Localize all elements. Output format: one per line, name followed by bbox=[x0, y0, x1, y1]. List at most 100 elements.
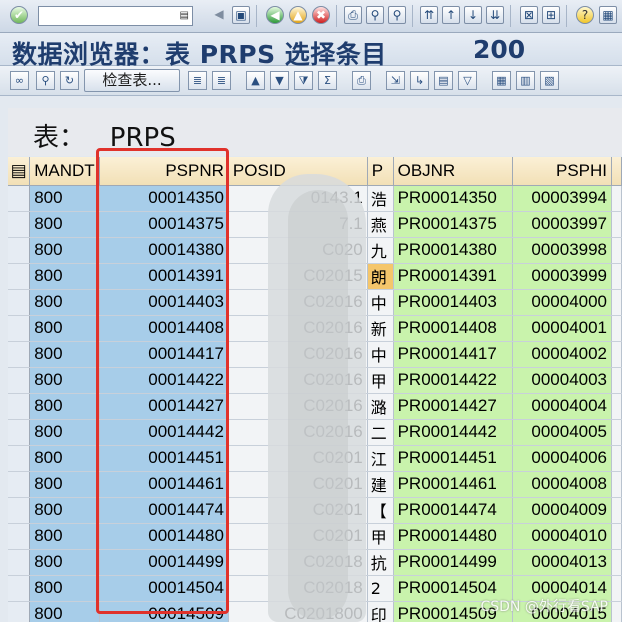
select-all-icon[interactable]: ≣ bbox=[212, 71, 231, 90]
enter-icon[interactable]: ✔ bbox=[10, 6, 28, 24]
cell-p: 新 bbox=[367, 315, 394, 342]
find-icon[interactable]: ⚲ bbox=[366, 6, 384, 24]
watermark: CSDN @外行看SAP bbox=[480, 599, 608, 615]
row-selector[interactable] bbox=[8, 289, 31, 316]
print-preview-icon[interactable]: ⎙ bbox=[352, 71, 371, 90]
row-selector[interactable] bbox=[8, 211, 31, 238]
cell-objnr: PR00014474 bbox=[393, 497, 513, 524]
glasses-icon[interactable]: ∞ bbox=[10, 71, 29, 90]
row-selector[interactable] bbox=[8, 445, 31, 472]
command-field[interactable]: ▤ bbox=[38, 6, 193, 26]
column-settings-icon[interactable]: ▤ bbox=[8, 157, 31, 186]
save-icon[interactable]: ▣ bbox=[232, 6, 250, 24]
find-next-icon[interactable]: ⚲ bbox=[388, 6, 406, 24]
cell-psphi: 00004009 bbox=[512, 497, 613, 524]
last-page-icon[interactable]: ⇊ bbox=[486, 6, 504, 24]
chevron-down-icon[interactable]: ▤ bbox=[180, 10, 189, 21]
cell-next bbox=[611, 341, 622, 368]
spreadsheet-icon[interactable]: ▤ bbox=[434, 71, 453, 90]
cell-p: 【 bbox=[367, 497, 394, 524]
check-table-button[interactable]: 检查表... bbox=[84, 69, 180, 92]
row-selector[interactable] bbox=[8, 523, 31, 550]
save-layout-icon[interactable]: ▧ bbox=[540, 71, 559, 90]
cell-p: 中 bbox=[367, 341, 394, 368]
cell-mandt: 800 bbox=[29, 315, 100, 342]
row-selector[interactable] bbox=[8, 341, 31, 368]
cell-next bbox=[611, 185, 622, 212]
row-selector[interactable] bbox=[8, 367, 31, 394]
cell-mandt: 800 bbox=[29, 471, 100, 498]
title-bar: 数据浏览器：表 PRPS 选择条目 200 bbox=[0, 33, 622, 69]
select-layout-icon[interactable]: ▥ bbox=[516, 71, 535, 90]
cell-mandt: 800 bbox=[29, 549, 100, 576]
row-selector[interactable] bbox=[8, 393, 31, 420]
cell-p: 燕 bbox=[367, 211, 394, 238]
sort-descending-icon[interactable]: ▼ bbox=[270, 71, 289, 90]
word-export-icon[interactable]: ↳ bbox=[410, 71, 429, 90]
print-icon[interactable]: ⎙ bbox=[344, 6, 362, 24]
filter-icon[interactable]: ⧩ bbox=[294, 71, 313, 90]
row-selector[interactable] bbox=[8, 315, 31, 342]
help-icon[interactable]: ? bbox=[576, 6, 594, 24]
details-icon[interactable]: ≣ bbox=[188, 71, 207, 90]
row-selector[interactable] bbox=[8, 471, 31, 498]
new-session-icon[interactable]: ⊠ bbox=[520, 6, 538, 24]
cell-next bbox=[611, 601, 622, 622]
cell-psphi: 00004013 bbox=[512, 549, 613, 576]
local-file-icon[interactable]: ▽ bbox=[458, 71, 477, 90]
row-selector[interactable] bbox=[8, 263, 31, 290]
cell-next bbox=[611, 393, 622, 420]
row-selector[interactable] bbox=[8, 549, 31, 576]
column-header-psphi[interactable]: PSPHI bbox=[512, 157, 613, 186]
cell-objnr: PR00014403 bbox=[393, 289, 513, 316]
back-icon[interactable]: ◀ bbox=[266, 6, 284, 24]
cell-p: 2 bbox=[367, 575, 394, 602]
export-icon[interactable]: ⇲ bbox=[386, 71, 405, 90]
cell-p: 浩 bbox=[367, 185, 394, 212]
cell-psphi: 00004003 bbox=[512, 367, 613, 394]
sort-ascending-icon[interactable]: ▲ bbox=[246, 71, 265, 90]
cell-mandt: 800 bbox=[29, 445, 100, 472]
cell-next bbox=[611, 367, 622, 394]
cell-next bbox=[611, 289, 622, 316]
cell-next bbox=[611, 549, 622, 576]
prev-page-icon[interactable]: ↑ bbox=[442, 6, 460, 24]
row-selector[interactable] bbox=[8, 497, 31, 524]
obscured-region-core bbox=[288, 190, 348, 620]
cell-objnr: PR00014350 bbox=[393, 185, 513, 212]
cell-p: 江 bbox=[367, 445, 394, 472]
column-header-objnr[interactable]: OBJNR bbox=[393, 157, 513, 186]
cancel-icon[interactable]: ✖ bbox=[312, 6, 330, 24]
column-header-mandt[interactable]: MANDT bbox=[29, 157, 100, 186]
cell-psphi: 00004010 bbox=[512, 523, 613, 550]
cell-psphi: 00004008 bbox=[512, 471, 613, 498]
cell-psphi: 00003997 bbox=[512, 211, 613, 238]
next-page-icon[interactable]: ↓ bbox=[464, 6, 482, 24]
change-layout-icon[interactable]: ▦ bbox=[492, 71, 511, 90]
row-selector[interactable] bbox=[8, 575, 31, 602]
cell-p: 中 bbox=[367, 289, 394, 316]
cell-objnr: PR00014461 bbox=[393, 471, 513, 498]
exit-icon[interactable]: ▲ bbox=[289, 6, 307, 24]
history-back-icon[interactable]: ◀ bbox=[210, 6, 228, 24]
first-page-icon[interactable]: ⇈ bbox=[420, 6, 438, 24]
cell-p: 甲 bbox=[367, 367, 394, 394]
cell-next bbox=[611, 471, 622, 498]
row-selector[interactable] bbox=[8, 419, 31, 446]
cell-psphi: 00004000 bbox=[512, 289, 613, 316]
refresh-icon[interactable]: ↻ bbox=[60, 71, 79, 90]
row-selector[interactable] bbox=[8, 237, 31, 264]
cell-mandt: 800 bbox=[29, 367, 100, 394]
display-icon[interactable]: ⚲ bbox=[36, 71, 55, 90]
cell-psphi: 00003999 bbox=[512, 263, 613, 290]
row-selector[interactable] bbox=[8, 601, 31, 622]
cell-psphi: 00004002 bbox=[512, 341, 613, 368]
shortcut-icon[interactable]: ⊞ bbox=[542, 6, 560, 24]
cell-mandt: 800 bbox=[29, 185, 100, 212]
cell-mandt: 800 bbox=[29, 575, 100, 602]
column-header-p[interactable]: P bbox=[367, 157, 394, 186]
cell-objnr: PR00014391 bbox=[393, 263, 513, 290]
sum-icon[interactable]: Σ bbox=[318, 71, 337, 90]
row-selector[interactable] bbox=[8, 185, 31, 212]
customize-icon[interactable]: ▦ bbox=[599, 6, 617, 24]
